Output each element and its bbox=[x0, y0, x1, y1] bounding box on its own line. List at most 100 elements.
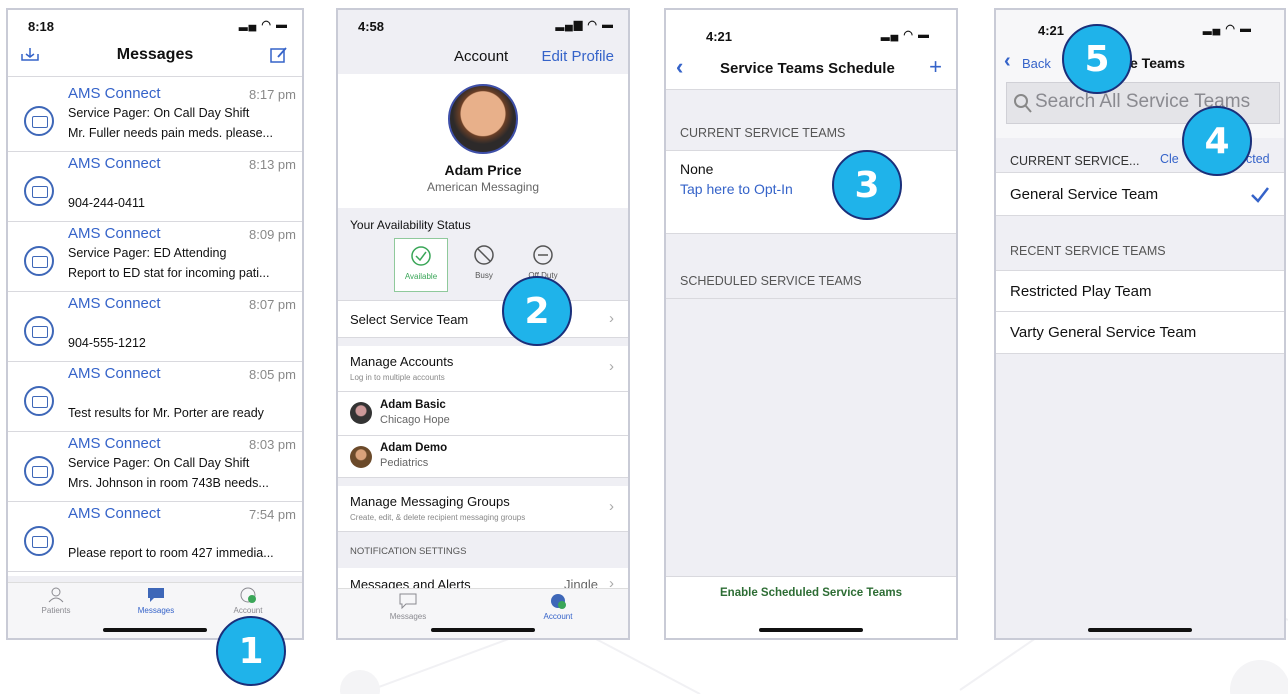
status-bar: 4:58 ▂▄▆ ◠ ▬ bbox=[338, 10, 628, 40]
back-link[interactable]: Back bbox=[1022, 56, 1051, 71]
none-label: None bbox=[680, 161, 714, 177]
add-icon[interactable]: + bbox=[929, 54, 942, 80]
status-time: 8:18 bbox=[28, 19, 55, 34]
current-teams-row[interactable]: None Tap here to Opt-In bbox=[666, 150, 956, 234]
message-row[interactable]: AMS Connect 8:17 pm Service Pager: On Call… bbox=[8, 82, 302, 152]
recent-team-row[interactable]: Restricted Play Team bbox=[996, 270, 1284, 312]
message-sender: AMS Connect bbox=[68, 85, 161, 102]
recent-service-teams-header: RECENT SERVICE TEAMS bbox=[1010, 244, 1166, 258]
pager-icon bbox=[24, 106, 54, 136]
step-callout: 4 bbox=[1182, 106, 1252, 176]
message-row[interactable]: AMS Connect 8:07 pm 904-555-1212 bbox=[8, 292, 302, 362]
check-circle-icon bbox=[411, 246, 431, 266]
signal-wifi-battery-icon: ▂▄ ◠ ▬ bbox=[239, 19, 288, 31]
account-item[interactable]: Adam Basic Chicago Hope bbox=[338, 392, 628, 436]
enable-scheduled-teams-button[interactable]: Enable Scheduled Service Teams bbox=[666, 587, 956, 599]
phone-select-service-teams-screen: 4:21 ▂▄ ◠ ▬ ‹ Back e Teams Search All Se… bbox=[994, 8, 1286, 640]
notification-settings-header: NOTIFICATION SETTINGS bbox=[338, 532, 628, 568]
edit-profile-link[interactable]: Edit Profile bbox=[541, 48, 614, 65]
message-subject: Service Pager: On Call Day Shift bbox=[68, 106, 250, 120]
message-row[interactable]: AMS Connect 7:54 pm Please report to room … bbox=[8, 502, 302, 572]
tab-account[interactable]: Account bbox=[208, 587, 288, 615]
pager-icon bbox=[24, 456, 54, 486]
recent-team-name: Restricted Play Team bbox=[1010, 283, 1152, 300]
manage-accounts-row[interactable]: Manage Accounts Log in to multiple accou… bbox=[338, 346, 628, 392]
status-available-label: Available bbox=[404, 272, 438, 281]
pager-icon bbox=[24, 316, 54, 346]
message-row[interactable]: AMS Connect 8:13 pm 904-244-0411 bbox=[8, 152, 302, 222]
account-name: Adam Basic bbox=[380, 399, 446, 411]
phone-account-screen: 4:58 ▂▄▆ ◠ ▬ Account Edit Profile Adam P… bbox=[336, 8, 630, 640]
message-preview: 904-244-0411 bbox=[68, 196, 145, 210]
page-title: Account bbox=[454, 48, 509, 65]
account-org: Pediatrics bbox=[380, 457, 429, 469]
message-time: 8:09 pm bbox=[249, 227, 296, 242]
account-avatar bbox=[350, 446, 372, 468]
pager-icon bbox=[24, 246, 54, 276]
message-preview: 904-555-1212 bbox=[68, 336, 146, 350]
tab-account[interactable]: Account bbox=[518, 593, 598, 621]
status-busy-label: Busy bbox=[475, 271, 493, 280]
chevron-right-icon: › bbox=[609, 498, 614, 515]
checkmark-icon bbox=[1251, 187, 1269, 203]
current-team-row[interactable]: General Service Team bbox=[996, 172, 1284, 216]
status-bar: 4:21 ▂▄ ◠ ▬ bbox=[666, 20, 956, 50]
scheduled-service-teams-header: SCHEDULED SERVICE TEAMS bbox=[680, 274, 862, 288]
message-row[interactable]: AMS Connect 8:09 pm Service Pager: ED Atte… bbox=[8, 222, 302, 292]
patients-icon bbox=[48, 587, 64, 603]
tab-account-label: Account bbox=[233, 606, 263, 615]
manage-groups-label: Manage Messaging Groups bbox=[350, 494, 510, 509]
select-service-team-row[interactable]: Select Service Team › bbox=[338, 300, 628, 338]
back-chevron-icon[interactable]: ‹ bbox=[676, 54, 683, 80]
home-indicator bbox=[1088, 628, 1192, 632]
current-service-label: CURRENT SERVICE... bbox=[1010, 154, 1140, 168]
section-gap bbox=[338, 338, 628, 346]
search-icon bbox=[1014, 94, 1032, 113]
page-title: Service Teams Schedule bbox=[720, 60, 895, 77]
tab-patients[interactable]: Patients bbox=[16, 587, 96, 615]
availability-header: Your Availability Status bbox=[350, 218, 471, 232]
current-team-name: General Service Team bbox=[1010, 186, 1159, 203]
message-row[interactable]: AMS Connect 8:03 pm Service Pager: On Call… bbox=[8, 432, 302, 502]
phone-service-teams-schedule-screen: 4:21 ▂▄ ◠ ▬ ‹ Service Teams Schedule + C… bbox=[664, 8, 958, 640]
messages-icon bbox=[399, 593, 417, 609]
back-chevron-icon[interactable]: ‹ bbox=[1004, 50, 1011, 73]
compose-icon[interactable] bbox=[270, 46, 288, 64]
page-title: Messages bbox=[116, 46, 194, 63]
message-sender: AMS Connect bbox=[68, 505, 161, 522]
status-busy-button[interactable]: Busy bbox=[462, 238, 506, 292]
tab-messages[interactable]: Messages bbox=[116, 587, 196, 615]
account-avatar bbox=[350, 402, 372, 424]
message-preview: Please report to room 427 immedia... bbox=[68, 546, 274, 560]
manage-groups-sublabel: Create, edit, & delete recipient messagi… bbox=[350, 513, 526, 522]
message-preview: Mrs. Johnson in room 743B needs... bbox=[68, 476, 269, 490]
current-service-teams-header: CURRENT SERVICE TEAMS bbox=[680, 126, 846, 140]
signal-wifi-battery-icon: ▂▄▆ ◠ ▬ bbox=[555, 19, 614, 31]
tab-account-label: Account bbox=[543, 612, 573, 621]
scheduled-divider bbox=[666, 298, 956, 299]
manage-messaging-groups-row[interactable]: Manage Messaging Groups Create, edit, & … bbox=[338, 486, 628, 532]
message-sender: AMS Connect bbox=[68, 295, 161, 312]
chevron-right-icon: › bbox=[609, 310, 614, 327]
message-row[interactable]: AMS Connect 8:05 pm Test results for Mr. P… bbox=[8, 362, 302, 432]
status-time: 4:21 bbox=[1038, 23, 1065, 38]
status-time: 4:21 bbox=[706, 29, 733, 44]
opt-in-link[interactable]: Tap here to Opt-In bbox=[680, 181, 793, 197]
header-divider bbox=[8, 76, 302, 77]
message-time: 8:07 pm bbox=[249, 297, 296, 312]
message-preview: Report to ED stat for incoming pati... bbox=[68, 266, 270, 280]
clear-selected-link-start[interactable]: Cle bbox=[1160, 152, 1179, 166]
tab-messages[interactable]: Messages bbox=[368, 593, 448, 621]
account-icon bbox=[551, 594, 566, 609]
home-indicator bbox=[103, 628, 207, 632]
profile-name: Adam Price bbox=[444, 162, 522, 178]
status-available-button[interactable]: Available bbox=[394, 238, 448, 292]
message-preview: Test results for Mr. Porter are ready bbox=[68, 406, 264, 420]
page-title-fragment: e Teams bbox=[1130, 55, 1185, 71]
message-subject: Service Pager: ED Attending bbox=[68, 246, 227, 260]
step-callout: 2 bbox=[502, 276, 572, 346]
recent-team-row[interactable]: Varty General Service Team bbox=[996, 312, 1284, 354]
tab-bar: Messages Account bbox=[338, 588, 628, 638]
account-item[interactable]: Adam Demo Pediatrics bbox=[338, 436, 628, 478]
clear-selected-link-end[interactable]: cted bbox=[1246, 152, 1270, 166]
